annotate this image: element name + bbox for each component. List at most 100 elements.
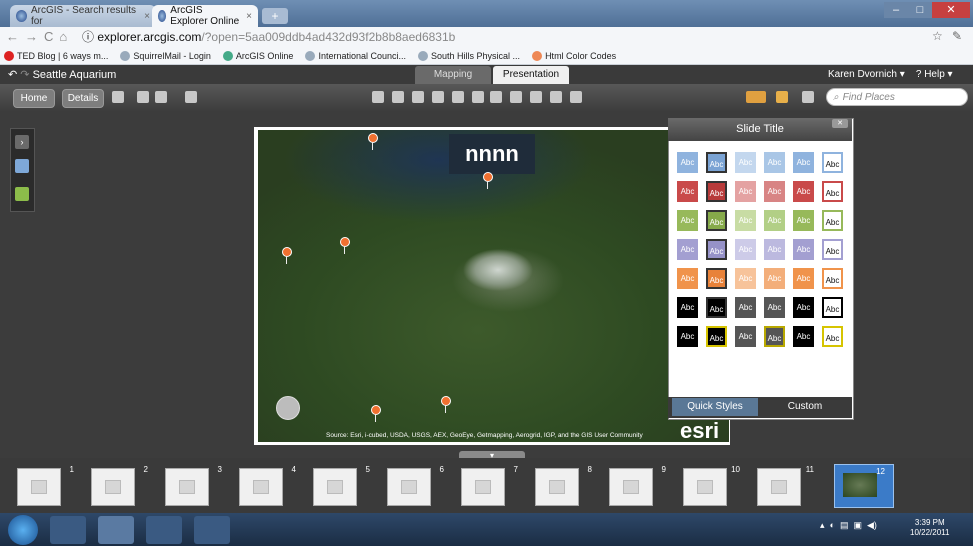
pin-icon[interactable] (776, 91, 788, 103)
slide-properties-icon[interactable] (15, 159, 29, 173)
style-swatch[interactable]: Abc (706, 297, 727, 318)
style-swatch[interactable]: Abc (706, 326, 727, 347)
slide-thumbnail[interactable]: 8 (535, 465, 592, 506)
style-swatch[interactable]: Abc (677, 210, 698, 231)
tab-presentation[interactable]: Presentation (493, 66, 569, 84)
style-swatch[interactable]: Abc (764, 210, 785, 231)
slide-thumbnail[interactable]: 7 (461, 465, 518, 506)
redo-icon[interactable]: ↷ (20, 69, 29, 81)
home-icon[interactable]: ⌂ (59, 29, 73, 44)
print-icon[interactable] (137, 91, 149, 103)
style-swatch[interactable]: Abc (735, 152, 756, 173)
style-swatch[interactable]: Abc (677, 152, 698, 173)
style-swatch[interactable]: Abc (764, 181, 785, 202)
style-swatch[interactable]: Abc (735, 210, 756, 231)
style-swatch[interactable]: Abc (735, 326, 756, 347)
start-button-icon[interactable] (8, 515, 38, 545)
details-button[interactable]: Details (62, 89, 104, 108)
style-swatch[interactable]: Abc (822, 268, 843, 289)
style-swatch[interactable]: Abc (735, 181, 756, 202)
star-icon[interactable]: ☆ (932, 29, 943, 43)
expand-icon[interactable]: › (15, 135, 29, 149)
map-navigator-icon[interactable] (276, 396, 300, 420)
tab-quick-styles[interactable]: Quick Styles (672, 398, 758, 416)
slide-thumbnail[interactable]: 6 (387, 465, 444, 506)
style-swatch[interactable]: Abc (793, 326, 814, 347)
slide-thumbnail[interactable]: 5 (313, 465, 370, 506)
slide-tool-icon[interactable] (510, 91, 522, 103)
close-icon[interactable]: × (144, 11, 150, 22)
slide-thumbnail[interactable]: 4 (239, 465, 296, 506)
back-arrow-icon[interactable]: ← (6, 29, 25, 44)
slide-tool-icon[interactable] (550, 91, 562, 103)
close-icon[interactable]: ✕ (832, 119, 848, 128)
slide-tool-icon[interactable] (432, 91, 444, 103)
tab-mapping[interactable]: Mapping (415, 66, 491, 84)
slide-tool-icon[interactable] (570, 91, 582, 103)
style-swatch[interactable]: Abc (706, 239, 727, 260)
notes-icon[interactable] (15, 187, 29, 201)
word-taskbar-icon[interactable] (194, 516, 230, 544)
home-button[interactable]: Home (13, 89, 55, 108)
previous-slide-icon[interactable] (472, 91, 484, 103)
reload-icon[interactable]: C (44, 29, 59, 44)
chrome-taskbar-icon[interactable] (98, 516, 134, 544)
style-swatch[interactable]: Abc (677, 268, 698, 289)
slide-thumbnail[interactable]: 11 (757, 465, 814, 506)
close-window-button[interactable]: ✕ (932, 2, 970, 18)
style-swatch[interactable]: Abc (677, 181, 698, 202)
bookmark-item[interactable]: ArcGIS Online (222, 50, 293, 61)
close-icon[interactable]: × (246, 11, 252, 22)
style-swatch[interactable]: Abc (793, 210, 814, 231)
style-swatch[interactable]: Abc (793, 268, 814, 289)
bookmark-item[interactable]: South Hills Physical ... (418, 50, 520, 61)
slide-tool-icon[interactable] (372, 91, 384, 103)
map-pin-icon[interactable] (340, 237, 350, 254)
style-swatch[interactable]: Abc (706, 152, 727, 173)
clock[interactable]: 3:39 PM 10/22/2011 (910, 518, 949, 538)
nav-buttons[interactable]: ←→C⌂ (6, 29, 73, 44)
style-swatch[interactable]: Abc (764, 326, 785, 347)
save-icon[interactable] (112, 91, 124, 103)
style-swatch[interactable]: Abc (735, 268, 756, 289)
slide-thumbnail[interactable]: 1 (17, 465, 74, 506)
style-swatch[interactable]: Abc (793, 152, 814, 173)
slide-thumbnail[interactable]: 3 (165, 465, 222, 506)
style-swatch[interactable]: Abc (677, 326, 698, 347)
bookmark-item[interactable]: Html Color Codes (532, 50, 616, 61)
basemap-icon[interactable] (155, 91, 167, 103)
explorer-taskbar-icon[interactable] (146, 516, 182, 544)
slide-thumbnail[interactable]: 10 (683, 465, 740, 506)
style-swatch[interactable]: Abc (793, 239, 814, 260)
style-swatch[interactable]: Abc (764, 152, 785, 173)
ie-taskbar-icon[interactable] (50, 516, 86, 544)
slide-thumbnail[interactable]: 9 (609, 465, 666, 506)
style-swatch[interactable]: Abc (764, 268, 785, 289)
next-slide-icon[interactable] (490, 91, 502, 103)
bookmark-item[interactable]: SquirrelMail - Login (120, 50, 211, 61)
style-swatch[interactable]: Abc (822, 297, 843, 318)
search-input[interactable]: ⌕ Find Places (826, 88, 968, 106)
user-menu[interactable]: Karen Dvornich ▾ ? Help ▾ (828, 69, 953, 80)
style-swatch[interactable]: Abc (822, 181, 843, 202)
slide-tool-icon[interactable] (412, 91, 424, 103)
style-swatch[interactable]: Abc (677, 297, 698, 318)
style-swatch[interactable]: Abc (735, 239, 756, 260)
bookmark-item[interactable]: International Counci... (305, 50, 406, 61)
style-swatch[interactable]: Abc (735, 297, 756, 318)
maximize-button[interactable]: □ (908, 2, 932, 18)
style-swatch[interactable]: Abc (764, 239, 785, 260)
style-swatch[interactable]: Abc (764, 297, 785, 318)
system-tray[interactable]: ▴ ◐ ▤ ▣ ◀) (820, 520, 877, 531)
forward-arrow-icon[interactable]: → (25, 29, 44, 44)
help-icon[interactable]: ? (916, 69, 922, 80)
map-pin-icon[interactable] (441, 396, 451, 413)
style-swatch[interactable]: Abc (793, 297, 814, 318)
undo-icon[interactable]: ↶ (8, 69, 17, 81)
new-tab-button[interactable]: + (262, 8, 288, 24)
layout-icon[interactable] (802, 91, 814, 103)
slide-title[interactable]: nnnn (449, 134, 535, 174)
map-pin-icon[interactable] (483, 172, 493, 189)
style-swatch[interactable]: Abc (822, 152, 843, 173)
user-name[interactable]: Karen Dvornich (828, 69, 897, 80)
